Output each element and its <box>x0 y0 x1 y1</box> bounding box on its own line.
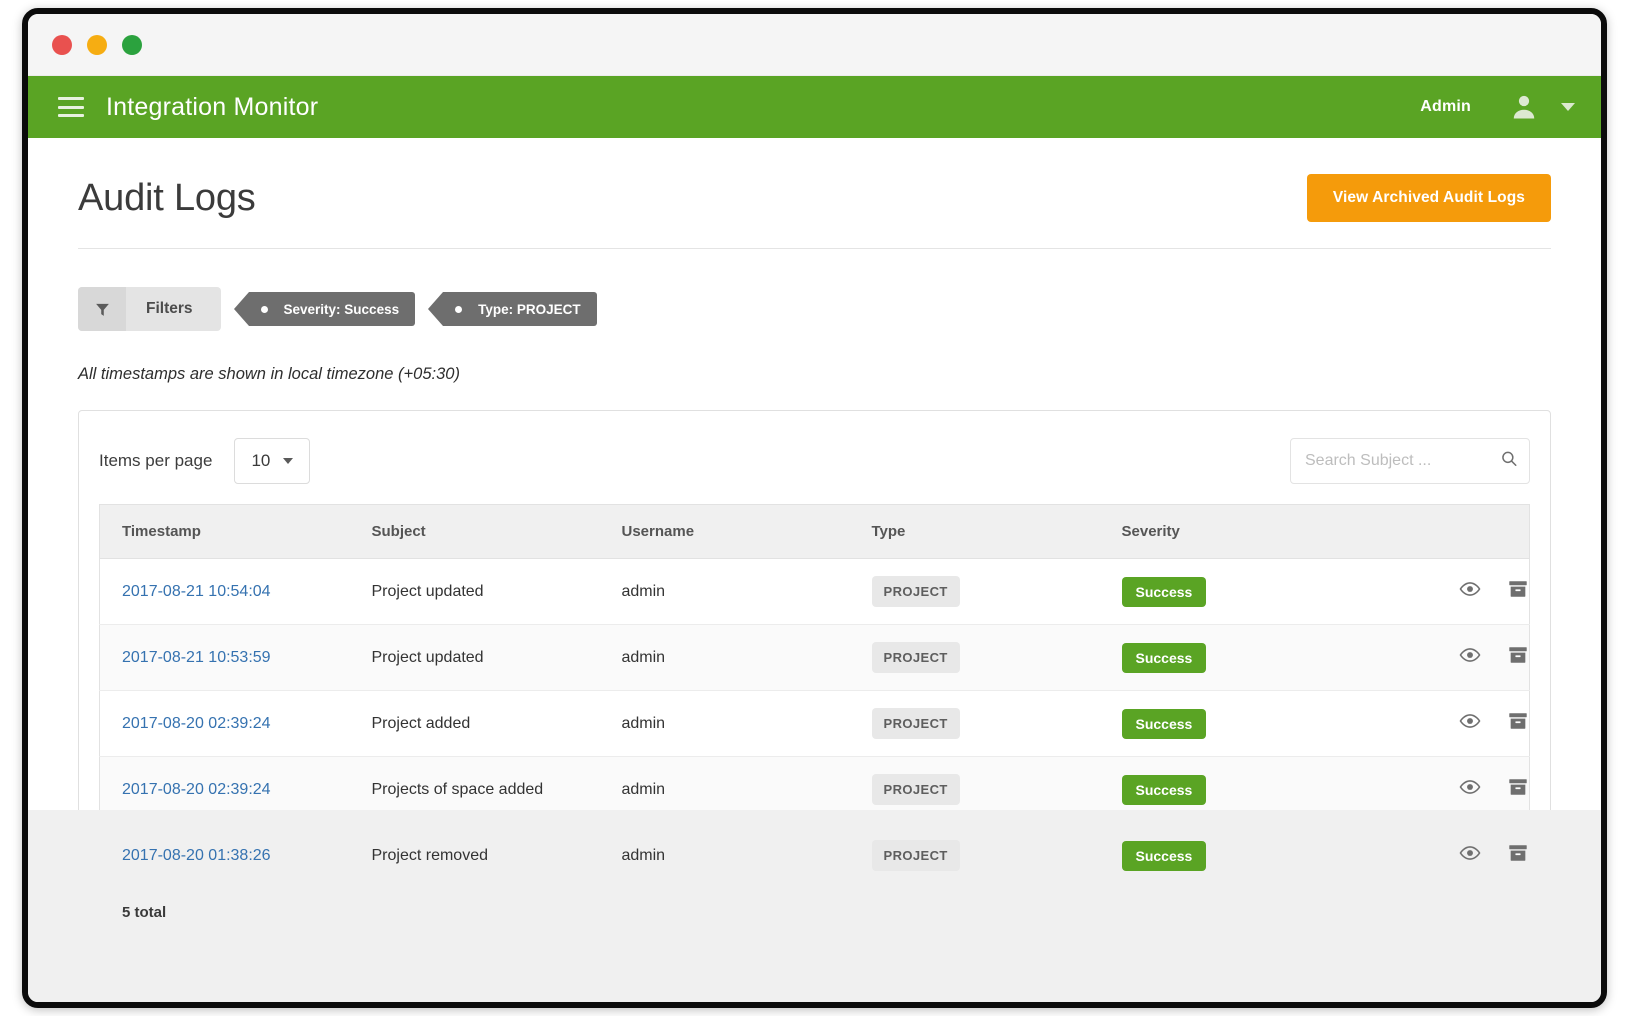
filter-tag-severity[interactable]: Severity: Success <box>233 292 416 326</box>
type-badge: PROJECT <box>871 774 960 805</box>
timestamp-link[interactable]: 2017-08-20 02:39:24 <box>122 781 271 798</box>
cell-severity: Success <box>1099 558 1370 625</box>
page-background-area <box>28 810 1601 1002</box>
table-toolbar: Items per page 10 <box>99 431 1530 504</box>
app-title: Integration Monitor <box>106 92 319 121</box>
window-close-button[interactable] <box>52 34 72 55</box>
funnel-icon <box>78 287 126 331</box>
cell-actions <box>1369 624 1530 691</box>
search-subject-input[interactable] <box>1290 438 1530 484</box>
cell-username: admin <box>599 558 850 625</box>
severity-badge: Success <box>1121 576 1207 607</box>
type-badge: PROJECT <box>871 708 960 739</box>
filter-tag-label: Type: PROJECT <box>478 301 581 317</box>
severity-badge: Success <box>1121 708 1207 739</box>
hamburger-menu-icon[interactable] <box>58 97 84 117</box>
timestamp-link[interactable]: 2017-08-21 10:54:04 <box>122 583 271 600</box>
items-per-page-value: 10 <box>251 451 271 470</box>
column-header-subject[interactable]: Subject <box>349 504 600 559</box>
filter-tag-dot-icon <box>260 305 268 313</box>
column-header-actions <box>1369 504 1530 559</box>
eye-icon[interactable] <box>1459 842 1481 869</box>
filters-label: Filters <box>146 300 193 317</box>
cell-subject: Project updated <box>349 624 600 691</box>
table-row: 2017-08-20 02:39:24 Project added admin PRO… <box>99 690 1530 757</box>
severity-badge: Success <box>1121 840 1207 871</box>
cell-timestamp: 2017-08-21 10:53:59 <box>99 624 350 691</box>
items-per-page-label: Items per page <box>99 451 213 470</box>
cell-subject: Project added <box>349 690 600 757</box>
cell-username: admin <box>599 690 850 757</box>
column-header-username[interactable]: Username <box>599 504 850 559</box>
cell-type: PROJECT <box>849 624 1100 691</box>
window-minimize-button[interactable] <box>87 34 107 55</box>
cell-timestamp: 2017-08-20 02:39:24 <box>99 690 350 757</box>
window-titlebar <box>28 14 1601 76</box>
timezone-note: All timestamps are shown in local timezo… <box>78 365 460 383</box>
archive-box-icon[interactable] <box>1507 578 1529 605</box>
page-header-row: Audit Logs View Archived Audit Logs <box>78 138 1551 249</box>
cell-timestamp: 2017-08-21 10:54:04 <box>99 558 350 625</box>
column-header-type[interactable]: Type <box>849 504 1100 559</box>
type-badge: PROJECT <box>871 840 960 871</box>
column-header-severity[interactable]: Severity <box>1099 504 1370 559</box>
app-header: Integration Monitor Admin <box>28 76 1601 138</box>
filter-tag-type[interactable]: Type: PROJECT <box>428 292 597 326</box>
archive-box-icon[interactable] <box>1507 776 1529 803</box>
user-name-label: Admin <box>1420 98 1471 115</box>
table-head: Timestamp Subject Username Type Severity <box>99 504 1530 559</box>
cell-type: PROJECT <box>849 558 1100 625</box>
cell-severity: Success <box>1099 690 1370 757</box>
filter-tag-label: Severity: Success <box>283 301 400 317</box>
page-content: Audit Logs View Archived Audit Logs Filt… <box>28 138 1601 958</box>
table-header-row: Timestamp Subject Username Type Severity <box>99 504 1530 559</box>
archive-box-icon[interactable] <box>1507 710 1529 737</box>
cell-username: admin <box>599 624 850 691</box>
severity-badge: Success <box>1121 774 1207 805</box>
archive-box-icon[interactable] <box>1507 842 1529 869</box>
table-row: 2017-08-21 10:53:59 Project updated admin P… <box>99 624 1530 691</box>
search-subject-wrapper <box>1290 438 1530 484</box>
filter-tag-dot-icon <box>455 305 463 313</box>
eye-icon[interactable] <box>1459 578 1481 605</box>
items-per-page-control: Items per page 10 <box>99 438 311 484</box>
browser-window: Integration Monitor Admin Audit Logs Vie… <box>22 8 1607 1008</box>
cell-subject: Project updated <box>349 558 600 625</box>
eye-icon[interactable] <box>1459 776 1481 803</box>
eye-icon[interactable] <box>1459 710 1481 737</box>
timestamp-link[interactable]: 2017-08-20 01:38:26 <box>122 847 271 864</box>
cell-actions <box>1369 690 1530 757</box>
column-header-timestamp[interactable]: Timestamp <box>99 504 350 559</box>
items-per-page-select[interactable]: 10 <box>234 438 311 484</box>
type-badge: PROJECT <box>871 642 960 673</box>
timestamp-link[interactable]: 2017-08-21 10:53:59 <box>122 649 271 666</box>
cell-severity: Success <box>1099 624 1370 691</box>
timestamp-link[interactable]: 2017-08-20 02:39:24 <box>122 715 271 732</box>
cell-type: PROJECT <box>849 690 1100 757</box>
severity-badge: Success <box>1121 642 1207 673</box>
view-archived-audit-logs-button[interactable]: View Archived Audit Logs <box>1306 174 1551 222</box>
user-menu-chevron-down-icon[interactable] <box>1561 103 1575 111</box>
window-maximize-button[interactable] <box>122 34 142 55</box>
chevron-down-icon <box>283 458 294 464</box>
eye-icon[interactable] <box>1459 644 1481 671</box>
cell-actions <box>1369 558 1530 625</box>
filter-bar: Filters Severity: Success Type: PROJECT <box>78 287 1551 331</box>
filters-button[interactable]: Filters <box>78 287 221 331</box>
page-title: Audit Logs <box>78 176 256 219</box>
user-avatar-icon[interactable] <box>1509 92 1539 122</box>
archive-box-icon[interactable] <box>1507 644 1529 671</box>
type-badge: PROJECT <box>871 576 960 607</box>
table-row: 2017-08-21 10:54:04 Project updated admin P… <box>99 558 1530 625</box>
